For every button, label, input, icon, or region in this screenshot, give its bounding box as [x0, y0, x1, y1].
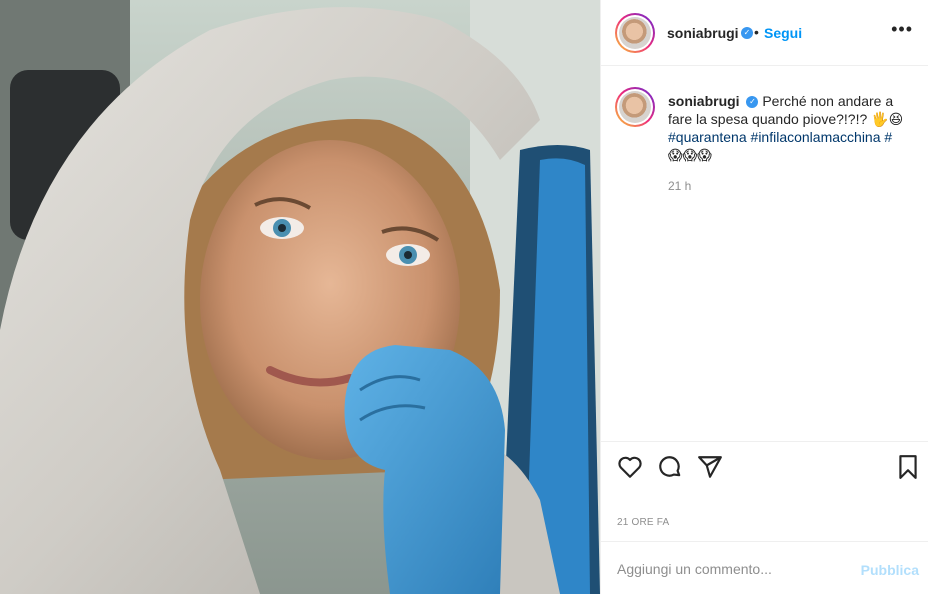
caption-emojis: 🖐😆	[871, 111, 904, 127]
hashtag-link[interactable]: #infilaconlamacchina	[751, 129, 881, 145]
hashtag-link[interactable]: #	[884, 129, 892, 145]
avatar[interactable]	[615, 13, 655, 53]
caption-text: soniabrugi ✓ Perché non andare a fare la…	[668, 92, 918, 164]
photo-illustration	[0, 0, 600, 594]
post-header: soniabrugi ✓ • Segui •••	[601, 0, 928, 66]
more-options-icon[interactable]: •••	[891, 19, 913, 40]
verified-badge-icon: ✓	[741, 27, 753, 39]
share-icon[interactable]	[697, 454, 723, 480]
header-username[interactable]: soniabrugi	[667, 25, 739, 41]
bookmark-icon[interactable]	[895, 454, 921, 480]
comment-input[interactable]	[617, 558, 847, 580]
caption-username[interactable]: soniabrugi	[668, 93, 740, 109]
post-timestamp[interactable]: 21 ORE FA	[617, 517, 669, 528]
caption-area: soniabrugi ✓ Perché non andare a fare la…	[601, 67, 928, 441]
follow-button[interactable]: Segui	[764, 25, 802, 41]
caption-emojis: 😱😱😱	[668, 147, 712, 163]
hashtag-link[interactable]: #quarantena	[668, 129, 747, 145]
post-details-panel: soniabrugi ✓ • Segui ••• soniabrugi ✓ Pe…	[600, 0, 928, 594]
publish-button[interactable]: Pubblica	[861, 562, 919, 578]
caption-verified-badge-icon: ✓	[746, 96, 759, 109]
separator-dot: •	[754, 24, 759, 40]
action-bar	[601, 441, 928, 491]
comment-icon[interactable]	[657, 454, 683, 480]
caption-time[interactable]: 21 h	[668, 179, 691, 193]
heart-icon[interactable]	[617, 454, 643, 480]
caption-avatar[interactable]	[615, 87, 655, 127]
comment-box: Pubblica	[601, 541, 928, 594]
post-photo[interactable]	[0, 0, 600, 594]
